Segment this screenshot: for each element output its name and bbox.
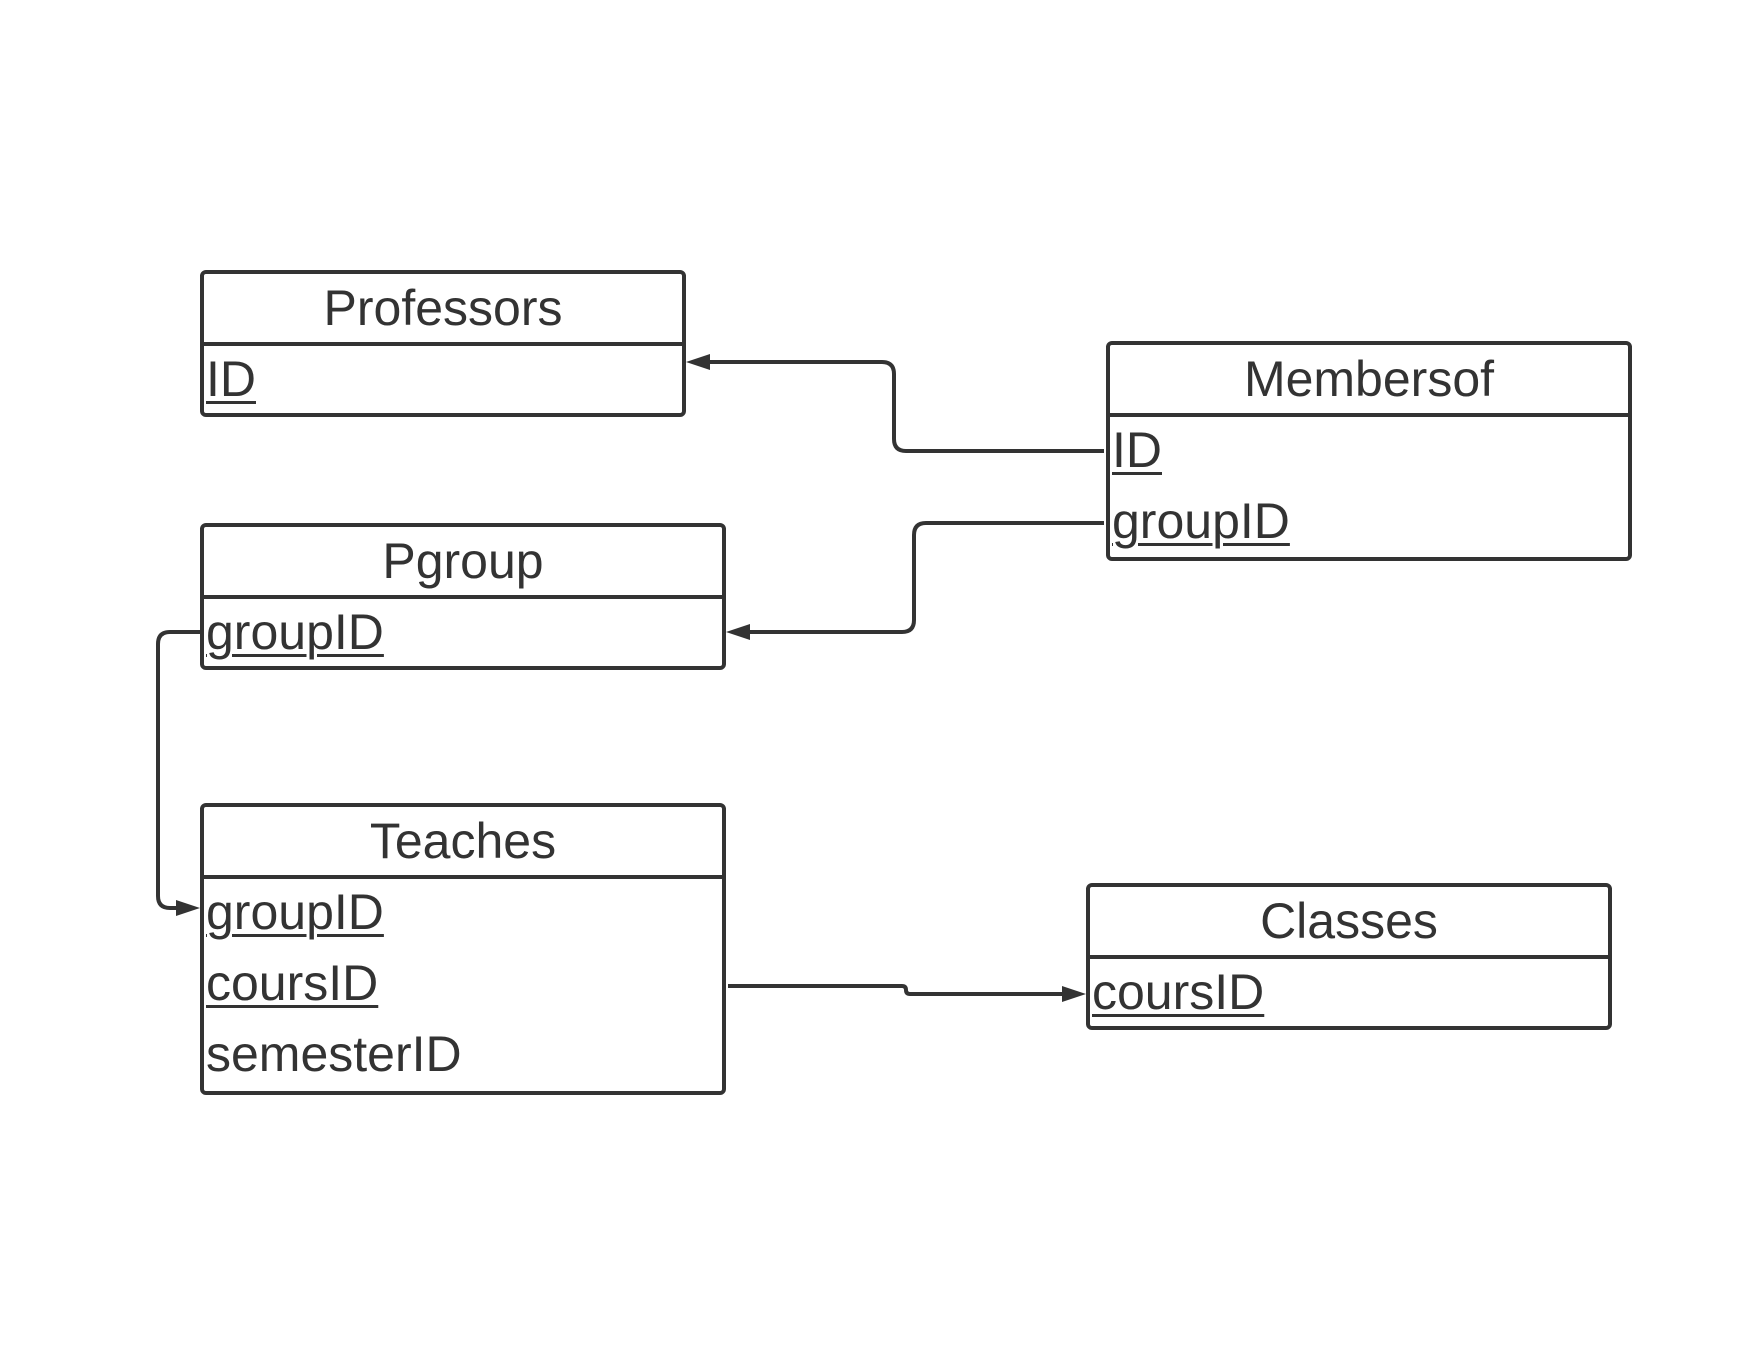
attribute-teaches-coursid[interactable]: coursID — [204, 950, 722, 1021]
er-diagram-canvas: Professors ID Membersof ID groupID Pgrou… — [0, 0, 1760, 1360]
attribute-label: ID — [1112, 422, 1162, 478]
arrowhead-professors-id — [686, 354, 710, 370]
attribute-label: coursID — [206, 955, 379, 1011]
attribute-teaches-semesterid[interactable]: semesterID — [204, 1021, 722, 1092]
entity-professors[interactable]: Professors ID — [200, 270, 686, 417]
entity-title-teaches: Teaches — [204, 807, 722, 879]
entity-title-pgroup: Pgroup — [204, 527, 722, 599]
entity-title-membersof: Membersof — [1110, 345, 1628, 417]
attribute-professors-id[interactable]: ID — [204, 346, 682, 417]
attribute-label: groupID — [206, 884, 384, 940]
attribute-teaches-groupid[interactable]: groupID — [204, 879, 722, 950]
connector-membersof-groupid-to-pgroup-groupid — [748, 521, 1104, 634]
arrowhead-classes-coursid — [1062, 986, 1086, 1002]
entity-teaches[interactable]: Teaches groupID coursID semesterID — [200, 803, 726, 1095]
entity-title-professors: Professors — [204, 274, 682, 346]
attribute-membersof-groupid[interactable]: groupID — [1110, 488, 1628, 559]
attribute-classes-coursid[interactable]: coursID — [1090, 959, 1608, 1030]
entity-membersof[interactable]: Membersof ID groupID — [1106, 341, 1632, 561]
attribute-label: groupID — [1112, 493, 1290, 549]
entity-pgroup[interactable]: Pgroup groupID — [200, 523, 726, 670]
entity-title-classes: Classes — [1090, 887, 1608, 959]
attribute-label: coursID — [1092, 964, 1265, 1020]
attribute-label: groupID — [206, 604, 384, 660]
attribute-pgroup-groupid[interactable]: groupID — [204, 599, 722, 670]
attribute-label: semesterID — [206, 1026, 462, 1082]
connector-membersof-id-to-professors-id — [708, 360, 1104, 453]
attribute-label: ID — [206, 351, 256, 407]
arrowhead-pgroup-groupid — [726, 624, 750, 640]
attribute-membersof-id[interactable]: ID — [1110, 417, 1628, 488]
connector-teaches-coursid-to-classes-coursid — [728, 984, 1064, 996]
connector-layer — [156, 354, 1104, 1002]
arrowhead-teaches-groupid — [176, 900, 200, 916]
entity-classes[interactable]: Classes coursID — [1086, 883, 1612, 1030]
connector-pgroup-groupid-to-teaches-groupid — [156, 630, 201, 910]
